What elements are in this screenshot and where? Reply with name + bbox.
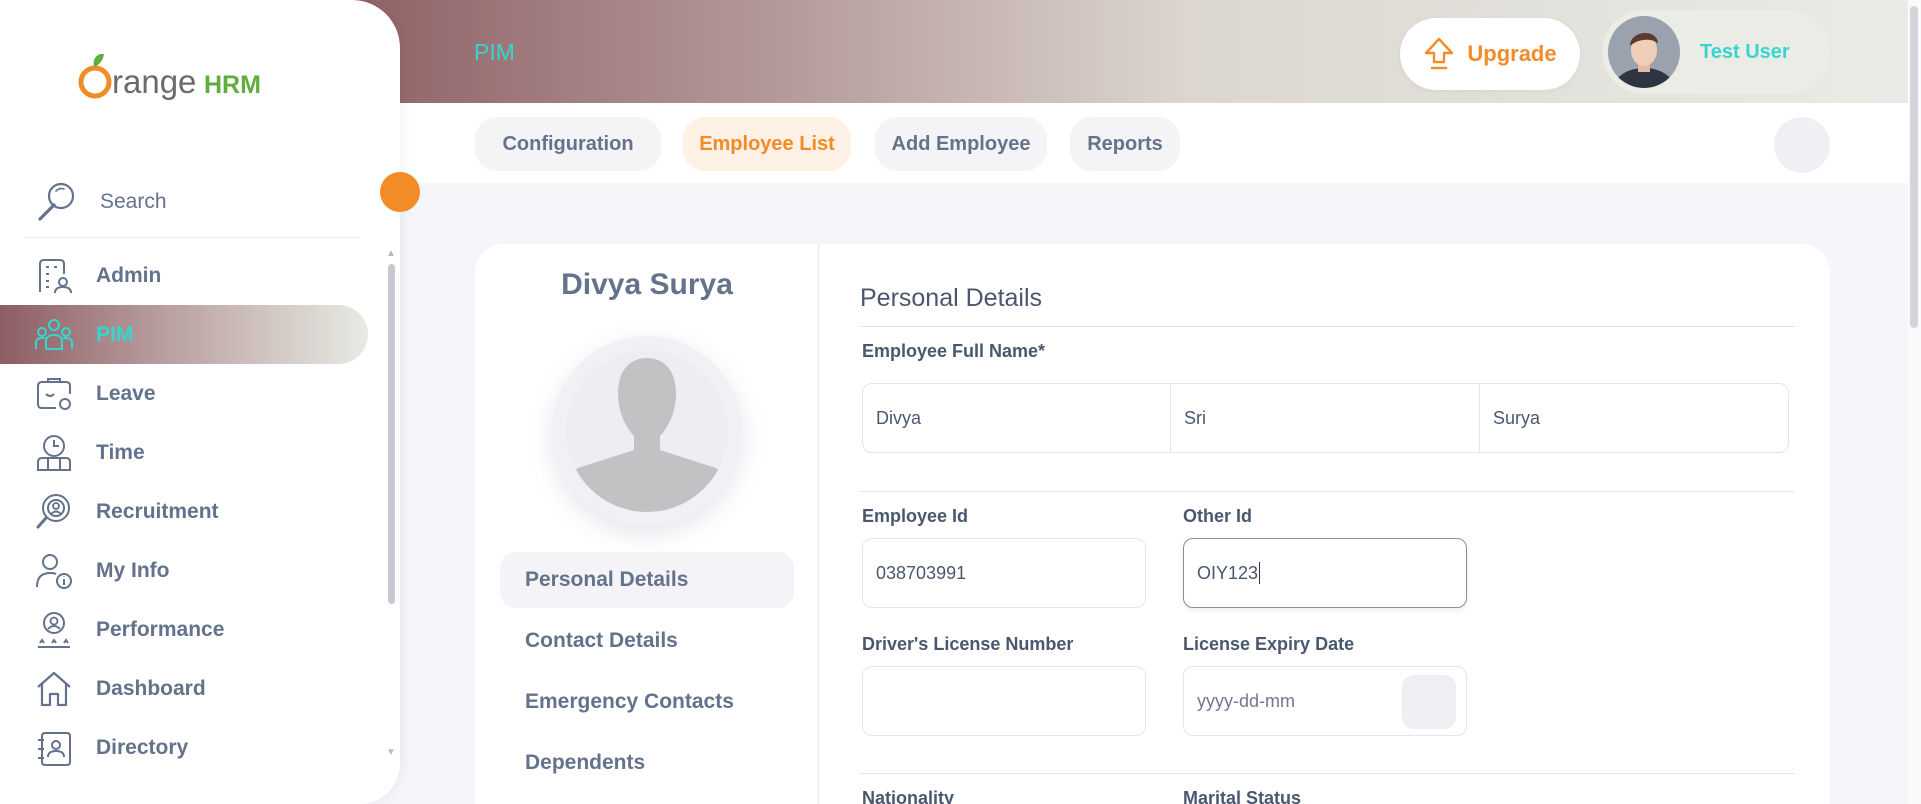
performance-icon [38,611,70,648]
other-id-field[interactable]: OIY123 [1183,538,1467,608]
employee-photo[interactable] [552,336,742,526]
sidebar-item-label: Directory [96,735,189,759]
sidebar-search[interactable]: Search [24,166,360,238]
other-id-value: OIY123 [1197,562,1259,583]
admin-icon [39,258,72,293]
profile-tab-personal-details[interactable]: Personal Details [500,552,794,608]
help-button[interactable] [1774,117,1830,173]
dashboard-icon [37,671,71,706]
sidebar-toggle-button[interactable] [380,172,420,212]
my-info-icon [36,553,72,589]
license-expiry-field[interactable]: yyyy-dd-mm [1183,666,1467,736]
profile-tabs: Personal Details Contact Details Emergen… [500,552,794,796]
sidebar-item-label: My Info [96,558,170,582]
sidebar-item-recruitment[interactable]: Recruitment [0,482,380,541]
user-name: Test User [1700,40,1790,63]
full-name-label: Employee Full Name* [862,341,1046,361]
sidebar-item-pim[interactable]: PIM [0,305,368,364]
page-scrollbar-thumb[interactable] [1910,6,1918,328]
sidebar-menu: Admin PIM Leave Time Recruitment My Info… [0,246,380,777]
calendar-icon[interactable] [1402,675,1456,729]
sidebar-item-leave[interactable]: Leave [0,364,380,423]
upgrade-label: Upgrade [1467,41,1557,66]
first-name-value: Divya [876,407,922,428]
leave-icon [37,377,71,410]
divider [860,491,1795,492]
employee-id-value: 038703991 [876,562,967,583]
sidebar-search-label: Search [100,189,167,213]
brand-logo[interactable]: range HRM [76,48,264,104]
sidebar-item-time[interactable]: Time [0,423,380,482]
avatar-placeholder-icon [566,350,728,512]
directory-icon [38,731,71,766]
page-scrollbar[interactable] [1908,0,1921,804]
avatar [1608,16,1680,88]
scroll-down-icon[interactable]: ▼ [386,747,396,758]
sidebar-item-my-info[interactable]: My Info [0,541,380,600]
sidebar-item-directory[interactable]: Directory [0,718,380,777]
first-name-field[interactable]: Divya [862,383,1171,453]
license-expiry-label: License Expiry Date [1183,634,1355,654]
time-icon [37,434,71,471]
last-name-value: Surya [1493,407,1541,428]
scroll-up-icon[interactable]: ▲ [386,248,396,259]
pim-icon [35,318,73,350]
svg-text:HRM: HRM [204,71,261,99]
sidebar-item-label: PIM [96,322,134,346]
svg-text:range: range [112,63,196,100]
upgrade-button[interactable]: Upgrade [1400,18,1580,90]
user-dropdown[interactable]: Test User [1602,10,1830,94]
employee-card: Divya Surya Personal Details Contact Det… [475,244,1830,804]
middle-name-field[interactable]: Sri [1170,383,1480,453]
sidebar-item-admin[interactable]: Admin [0,246,380,305]
sidebar-item-dashboard[interactable]: Dashboard [0,659,380,718]
sidebar-item-label: Admin [96,263,162,287]
last-name-field[interactable]: Surya [1479,383,1789,453]
sidebar-scrollbar[interactable]: ▲ ▼ [384,248,398,758]
employee-name: Divya Surya [561,268,733,301]
section-title: Personal Details [860,284,1043,312]
upgrade-arrow-icon [1425,37,1454,70]
tab-reports[interactable]: Reports [1070,117,1180,171]
sidebar: range HRM Search Admin PIM Leave Time Re… [0,0,400,804]
sidebar-item-label: Dashboard [96,676,206,700]
profile-pane: Divya Surya Personal Details Contact Det… [475,244,819,804]
marital-status-label: Marital Status [1183,788,1302,804]
sidebar-item-performance[interactable]: Performance [0,600,380,659]
tab-add-employee[interactable]: Add Employee [875,117,1047,171]
other-id-label: Other Id [1183,506,1253,526]
middle-name-value: Sri [1184,407,1206,428]
top-nav: Configuration Employee List Add Employee… [400,103,1908,183]
divider [860,773,1795,774]
license-number-field[interactable] [862,666,1146,736]
profile-tab-contact-details[interactable]: Contact Details [500,613,794,669]
sidebar-item-label: Recruitment [96,499,219,523]
sidebar-item-label: Leave [96,381,156,405]
divider [860,326,1795,327]
profile-tab-emergency-contacts[interactable]: Emergency Contacts [500,674,794,730]
recruitment-icon [36,493,70,528]
module-title: PIM [474,39,515,65]
license-expiry-placeholder: yyyy-dd-mm [1197,690,1295,711]
orangehrm-logo: range HRM [78,53,261,100]
profile-tab-dependents[interactable]: Dependents [500,735,794,791]
search-icon [38,182,75,221]
text-cursor [1259,562,1261,584]
tab-configuration[interactable]: Configuration [475,117,661,171]
sidebar-scrollbar-thumb[interactable] [388,264,395,604]
nationality-label: Nationality [862,788,955,804]
tab-employee-list[interactable]: Employee List [683,117,851,171]
employee-id-label: Employee Id [862,506,969,526]
sidebar-item-label: Time [96,440,145,464]
employee-id-field[interactable]: 038703991 [862,538,1146,608]
license-number-label: Driver's License Number [862,634,1074,654]
sidebar-item-label: Performance [96,617,225,641]
